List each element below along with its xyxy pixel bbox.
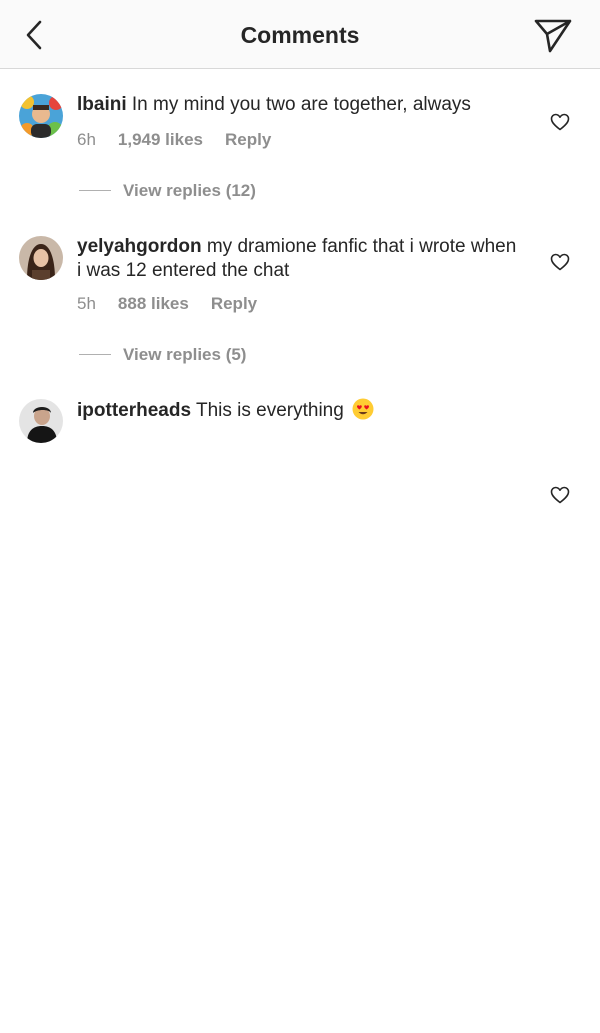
like-heart-icon[interactable] (550, 253, 570, 271)
comment-meta: 6h 1,949 likes Reply (77, 130, 271, 150)
comment-item: lbaini In my mind you two are together, … (0, 70, 600, 220)
like-heart-icon[interactable] (550, 113, 570, 131)
page-title: Comments (240, 22, 360, 48)
comment-meta: 5h 888 likes Reply (77, 294, 257, 314)
like-count[interactable]: 1,949 likes (118, 130, 203, 150)
divider-line (79, 354, 111, 355)
view-replies-link[interactable]: View replies (12) (79, 181, 256, 205)
heart-eyes-emoji (352, 398, 374, 420)
comment-item: ipotterheads This is everything (0, 385, 600, 527)
view-replies-label: View replies (12) (123, 181, 256, 200)
comment-body: This is everything (195, 400, 344, 421)
username[interactable]: yelyahgordon (77, 236, 202, 257)
timestamp: 6h (77, 130, 96, 149)
reply-button[interactable]: Reply (211, 294, 257, 314)
timestamp: 5h (77, 294, 96, 313)
like-count[interactable]: 888 likes (118, 294, 189, 314)
view-replies-label: View replies (5) (123, 345, 247, 364)
avatar[interactable] (19, 236, 63, 280)
top-bar: Comments (0, 0, 600, 69)
send-button[interactable] (532, 16, 574, 54)
view-replies-link[interactable]: View replies (5) (79, 345, 246, 369)
comment-item: yelyahgordon my dramione fanfic that i w… (0, 220, 600, 385)
avatar[interactable] (19, 399, 63, 443)
divider-line (79, 190, 111, 191)
like-heart-icon[interactable] (550, 486, 570, 504)
comment-text: ipotterheads This is everything (77, 398, 517, 423)
reply-button[interactable]: Reply (225, 130, 271, 150)
comment-text: yelyahgordon my dramione fanfic that i w… (77, 235, 517, 283)
username[interactable]: lbaini (77, 94, 127, 115)
comment-body: In my mind you two are together, always (131, 94, 471, 115)
avatar[interactable] (19, 94, 63, 138)
comment-text: lbaini In my mind you two are together, … (77, 93, 517, 117)
username[interactable]: ipotterheads (77, 400, 191, 421)
send-icon (534, 19, 572, 53)
